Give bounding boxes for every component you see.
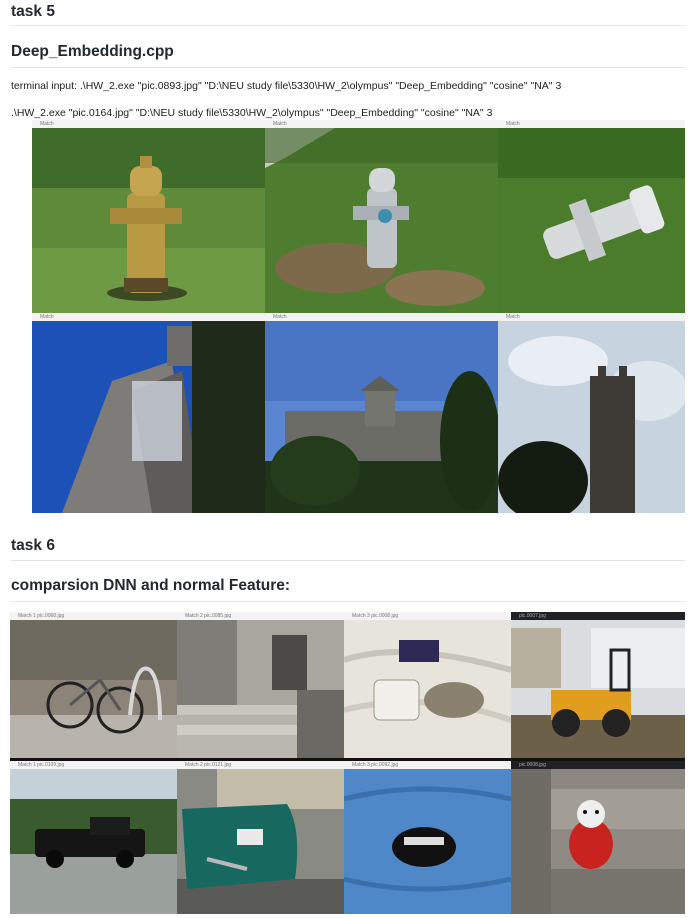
window-title-bar: Match [498, 120, 685, 128]
window-title-bar: pic.0008.jpg [511, 761, 685, 769]
stone-hall-with-trees-photo [265, 321, 498, 513]
window-title-bar: Match [498, 313, 685, 321]
plush-toy-on-steps-photo [511, 769, 685, 914]
cap-on-blue-cushion-photo [344, 769, 511, 914]
task5-result-image-2: Match [265, 120, 498, 313]
stone-entrance-steps-photo [177, 620, 344, 758]
window-title-bar: Match 3 pic.0008.jpg [344, 612, 511, 620]
window-title-bar: Match [265, 313, 498, 321]
fallen-fire-hydrant-photo [498, 128, 685, 313]
task5-result-image-1: Match [32, 120, 265, 313]
task6-result-image-8: pic.0008.jpg [511, 761, 685, 914]
task6-result-image-1: Match 1 pic.0068.jpg [10, 612, 177, 758]
task5-result-image-3: Match [498, 120, 685, 313]
task6-result-image-3: Match 3 pic.0008.jpg [344, 612, 511, 758]
task5-result-grid: Match Match Match Match Match Match [32, 120, 685, 513]
window-title-bar: Match [265, 120, 498, 128]
window-title-bar: Match 2 pic.0085.jpg [177, 612, 344, 620]
terminal-command-1: terminal input: .\HW_2.exe "pic.0893.jpg… [11, 80, 562, 92]
terminal-command-2: .\HW_2.exe "pic.0164.jpg" "D:\NEU study … [11, 107, 493, 119]
stone-building-corner-photo [32, 321, 265, 513]
window-title-bar: Match 1 pic.0109.jpg [10, 761, 177, 769]
road-roller-photo [511, 620, 685, 758]
task6-subheading: comparsion DNN and normal Feature: [11, 576, 685, 602]
task5-subheading: Deep_Embedding.cpp [11, 42, 685, 68]
task5-heading: task 5 [11, 2, 685, 26]
telephone-on-bed-photo [344, 620, 511, 758]
task6-result-image-2: Match 2 pic.0085.jpg [177, 612, 344, 758]
window-title-bar: Match 2 pic.0121.jpg [177, 761, 344, 769]
task6-comparison-grid: Match 1 pic.0068.jpg Match 2 pic.0085.jp… [10, 612, 685, 914]
black-pickup-truck-photo [10, 769, 177, 914]
damaged-green-car-photo [177, 769, 344, 914]
task6-result-image-7: Match 3 pic.0092.jpg [344, 761, 511, 914]
task6-heading: task 6 [11, 536, 685, 561]
window-title-bar: Match [32, 120, 265, 128]
task6-result-image-4: pic.0007.jpg [511, 612, 685, 758]
bicycle-at-rack-photo [10, 620, 177, 758]
window-title-bar: pic.0007.jpg [511, 612, 685, 620]
stone-tower-photo [498, 321, 685, 513]
window-title-bar: Match 3 pic.0092.jpg [344, 761, 511, 769]
task5-result-image-5: Match [265, 313, 498, 513]
task6-result-image-6: Match 2 pic.0121.jpg [177, 761, 344, 914]
silver-fire-hydrant-photo [265, 128, 498, 313]
window-title-bar: Match 1 pic.0068.jpg [10, 612, 177, 620]
yellow-fire-hydrant-photo [32, 128, 265, 313]
task6-result-image-5: Match 1 pic.0109.jpg [10, 761, 177, 914]
task5-result-image-6: Match [498, 313, 685, 513]
window-title-bar: Match [32, 313, 265, 321]
task5-result-image-4: Match [32, 313, 265, 513]
